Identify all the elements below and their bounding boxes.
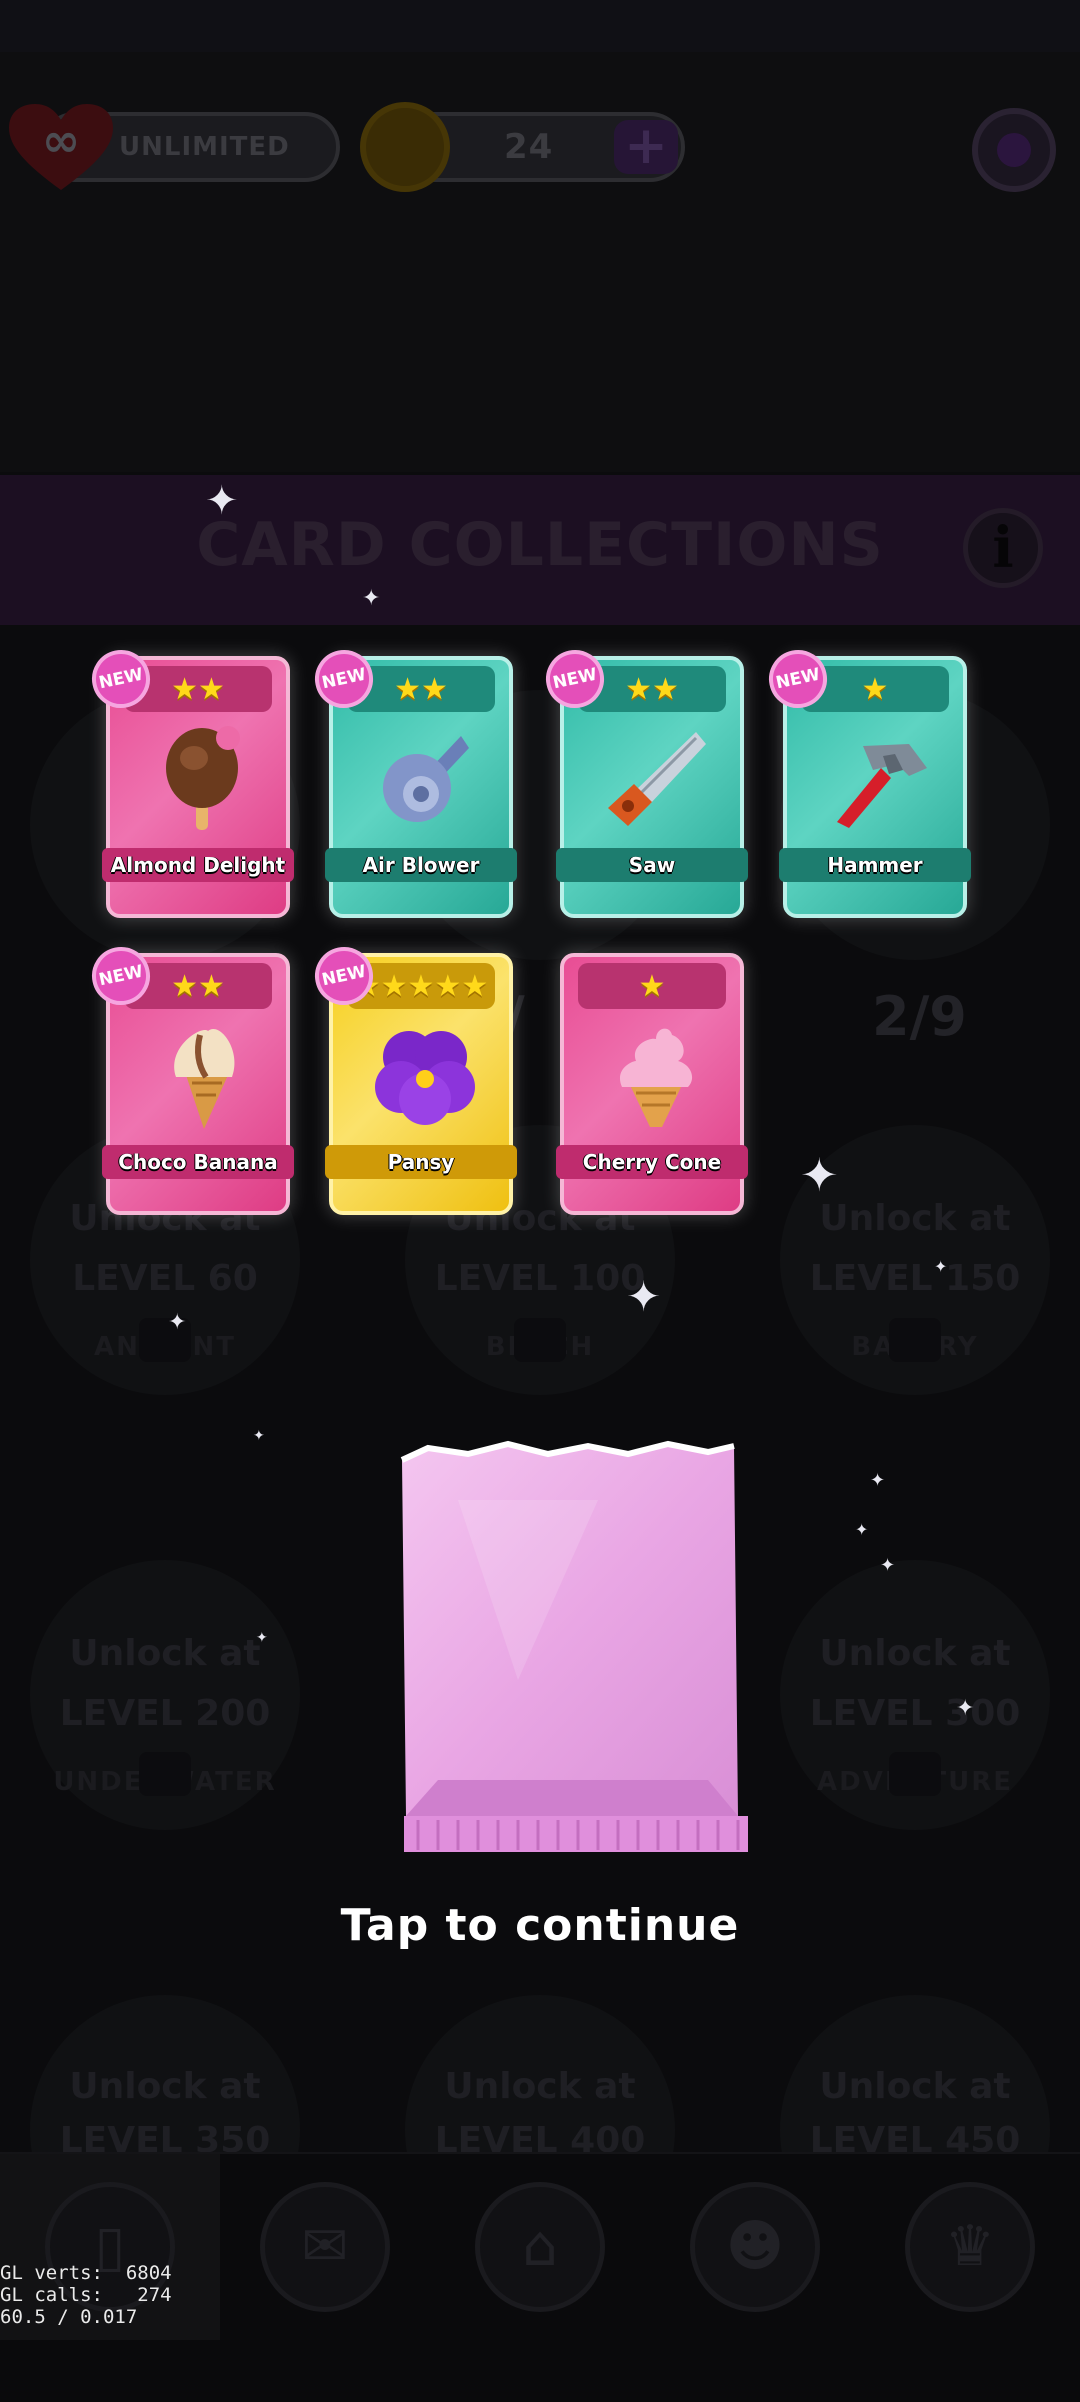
unlock-label: Unlock at <box>69 1633 261 1674</box>
coins-count: 24 <box>504 127 554 167</box>
unlock-level: LEVEL 150 <box>809 1258 1021 1299</box>
sparkle-icon: ✦ <box>934 1257 948 1276</box>
air-blower-icon <box>383 736 469 822</box>
reward-card[interactable]: ★ Hammer NEW <box>763 644 971 918</box>
debug-overlay: GL verts: 6804 GL calls: 274 60.5 / 0.017 <box>0 2262 172 2328</box>
sparkle-icon: ✦ <box>880 1555 896 1576</box>
sparkle-icon: ✦ <box>205 478 239 524</box>
reward-card[interactable]: ★★ Almond Delight NEW <box>86 644 294 918</box>
reward-card[interactable]: ★★ Choco Banana NEW <box>86 941 294 1215</box>
album-progress: 2/9 <box>872 985 967 1048</box>
card-pack[interactable] <box>398 1440 750 1856</box>
info-icon: i <box>992 515 1014 581</box>
sparkle-icon: ✦ <box>855 1520 869 1539</box>
reward-card[interactable]: ★ Cherry Cone <box>556 953 748 1215</box>
friends-icon: ☻ <box>725 2214 785 2279</box>
gear-icon <box>997 133 1031 167</box>
card-name: Almond Delight <box>102 848 294 882</box>
coin-icon <box>360 102 450 192</box>
lock-icon <box>139 1752 191 1796</box>
sparkle-icon: ✦ <box>362 586 381 611</box>
card-name: Choco Banana <box>102 1145 294 1179</box>
soft-serve-cone-icon <box>619 1028 693 1127</box>
sparkle-icon: ✦ <box>253 1428 265 1444</box>
home-icon: ⌂ <box>522 2214 558 2279</box>
sparkle-icon: ✦ <box>256 1630 268 1646</box>
trophy-icon: ♛ <box>944 2214 996 2279</box>
sparkle-icon: ✦ <box>168 1310 187 1335</box>
card-name: Air Blower <box>325 848 517 882</box>
buy-coins-button[interactable]: + <box>614 120 678 174</box>
unlock-label: Unlock at <box>69 2066 261 2107</box>
svg-text:∞: ∞ <box>42 113 80 167</box>
sparkle-icon: ✦ <box>956 1696 975 1721</box>
lock-icon <box>889 1318 941 1362</box>
saw-icon <box>608 732 706 826</box>
debug-line: GL verts: 6804 <box>0 2262 172 2284</box>
card-name: Pansy <box>325 1145 517 1179</box>
lives-label: UNLIMITED <box>119 132 290 162</box>
ice-cream-bar-icon <box>166 726 240 830</box>
star-rating: ★ <box>578 963 726 1009</box>
status-bar <box>0 0 1080 52</box>
debug-line: 60.5 / 0.017 <box>0 2306 138 2328</box>
lock-icon <box>514 1318 566 1362</box>
lock-icon <box>889 1752 941 1796</box>
hammer-icon <box>837 744 927 828</box>
card-name: Hammer <box>779 848 971 882</box>
mail-icon: ✉ <box>301 2214 349 2279</box>
sparkle-icon: ✦ <box>626 1272 662 1321</box>
heart-infinity-icon: ∞ <box>9 104 113 190</box>
card-name: Cherry Cone <box>556 1145 748 1179</box>
sparkle-icon: ✦ <box>800 1148 839 1202</box>
reward-card[interactable]: ★★★★★ Pansy NEW <box>309 941 517 1215</box>
card-name: Saw <box>556 848 748 882</box>
unlock-level: LEVEL 300 <box>809 1693 1021 1734</box>
unlock-label: Unlock at <box>444 2066 636 2107</box>
reward-card[interactable]: ★★ Saw NEW <box>540 644 748 918</box>
ice-cream-cone-icon <box>174 1029 235 1129</box>
debug-line: GL calls: 274 <box>0 2284 172 2306</box>
unlock-level: LEVEL 60 <box>72 1258 258 1299</box>
unlock-label: Unlock at <box>819 2066 1011 2107</box>
pansy-flower-icon <box>375 1031 475 1125</box>
sparkle-icon: ✦ <box>870 1470 886 1491</box>
tap-to-continue[interactable]: Tap to continue <box>0 1900 1080 1951</box>
reward-card[interactable]: ★★ Air Blower NEW <box>309 644 517 918</box>
page-title: CARD COLLECTIONS <box>196 510 884 580</box>
unlock-level: LEVEL 200 <box>59 1693 271 1734</box>
unlock-label: Unlock at <box>819 1633 1011 1674</box>
